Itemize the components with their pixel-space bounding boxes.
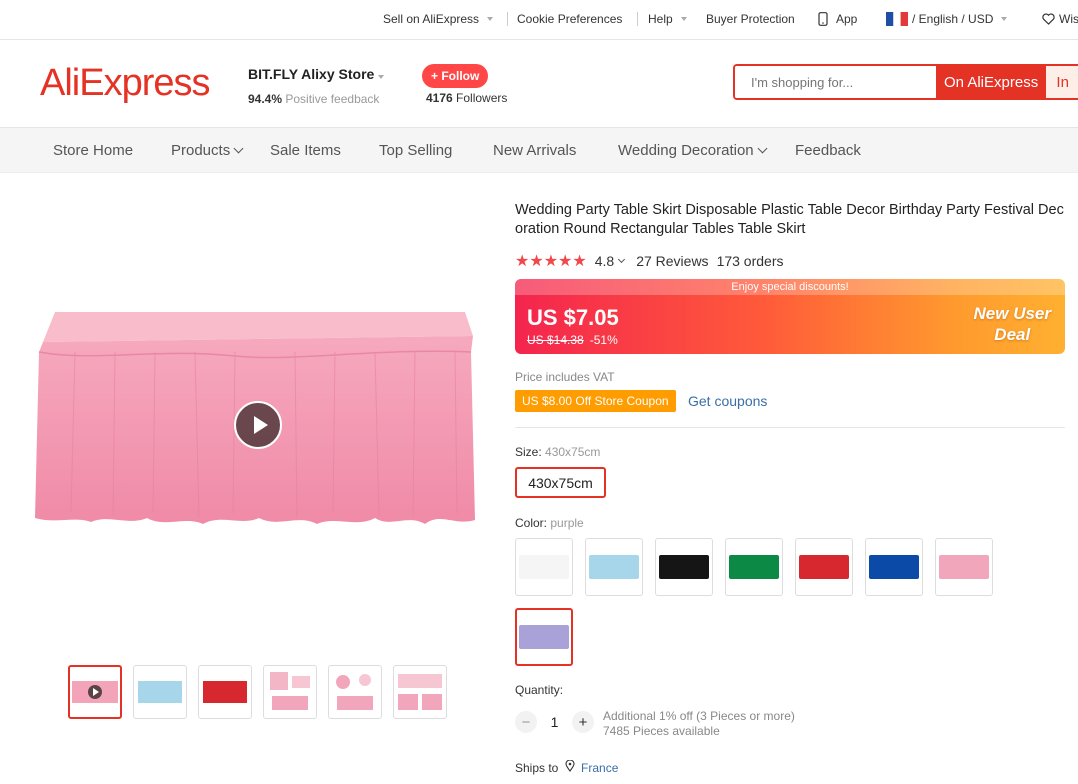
- phone-icon: [818, 12, 828, 26]
- divider: [507, 12, 508, 26]
- swatch-image: [729, 555, 779, 579]
- search-aliexpress-button[interactable]: On AliExpress: [935, 66, 1047, 98]
- thumbnail-detail-3[interactable]: [393, 665, 447, 719]
- dropdown-icon: [680, 17, 687, 21]
- thumbnail-video[interactable]: [68, 665, 122, 719]
- get-coupons-link[interactable]: Get coupons: [688, 393, 767, 409]
- nav-sale-items[interactable]: Sale Items: [270, 142, 341, 159]
- thumbnail-detail-2[interactable]: [328, 665, 382, 719]
- size-label: Size: 430x75cm: [515, 445, 601, 459]
- product-title: Wedding Party Table Skirt Disposable Pla…: [515, 202, 1064, 237]
- store-nav: Store Home Products Sale Items Top Selli…: [0, 128, 1078, 173]
- quantity-stepper: − 1 +: [515, 711, 594, 733]
- quantity-label: Quantity:: [515, 683, 564, 697]
- star-rating-icon: ★★★★★: [515, 253, 587, 270]
- size-option-430x75cm[interactable]: 430x75cm: [515, 467, 606, 498]
- nav-store-home[interactable]: Store Home: [53, 142, 133, 159]
- store-header: AliExpress BIT.FLY Alixy Store 94.4% Pos…: [0, 40, 1078, 128]
- language-currency-selector[interactable]: / English / USD: [886, 12, 1008, 26]
- store-feedback: 94.4% Positive feedback: [248, 92, 380, 106]
- nav-feedback[interactable]: Feedback: [795, 142, 861, 159]
- dropdown-icon: [1001, 17, 1008, 21]
- nav-wedding-decoration[interactable]: Wedding Decoration: [618, 142, 768, 159]
- price-banner: Enjoy special discounts! US $7.05 US $14…: [515, 279, 1065, 354]
- play-video-button[interactable]: [234, 401, 282, 449]
- dropdown-icon: [378, 75, 385, 79]
- original-price: US $14.38 -51%: [527, 333, 618, 347]
- search-in-store-button[interactable]: In: [1046, 66, 1078, 98]
- swatch-image: [519, 625, 569, 649]
- chevron-down-icon: [757, 143, 768, 154]
- swatch-image: [519, 555, 569, 579]
- store-name[interactable]: BIT.FLY Alixy Store: [248, 66, 385, 82]
- divider: [637, 12, 638, 26]
- thumbnail-image: [336, 674, 373, 710]
- reviews-link[interactable]: 27 Reviews: [636, 253, 708, 269]
- swatch-image: [589, 555, 639, 579]
- thumbnail-image: [72, 681, 118, 703]
- thumbnail-image: [398, 674, 442, 710]
- color-swatch-red[interactable]: [795, 538, 853, 596]
- france-flag-icon: [886, 12, 908, 26]
- app-link[interactable]: App: [818, 12, 857, 26]
- nav-products[interactable]: Products: [171, 142, 244, 159]
- search-input[interactable]: [735, 66, 936, 98]
- vat-note: Price includes VAT: [515, 370, 615, 384]
- thumbnail-blue[interactable]: [133, 665, 187, 719]
- orders-count: 173 orders: [716, 253, 784, 269]
- quantity-input[interactable]: 1: [537, 714, 572, 730]
- nav-new-arrivals[interactable]: New Arrivals: [493, 142, 576, 159]
- ships-to: Ships to France: [515, 759, 619, 775]
- top-bar: Sell on AliExpress Cookie Preferences He…: [0, 0, 1078, 40]
- thumbnail-detail-1[interactable]: [263, 665, 317, 719]
- divider: [515, 427, 1065, 428]
- color-swatch-green[interactable]: [725, 538, 783, 596]
- chevron-down-icon[interactable]: [618, 255, 626, 263]
- heart-icon: [1042, 13, 1055, 25]
- current-price: US $7.05: [527, 305, 619, 330]
- special-discount-banner: Enjoy special discounts!: [515, 279, 1065, 295]
- nav-top-selling[interactable]: Top Selling: [379, 142, 452, 159]
- followers-count: 4176 Followers: [426, 91, 508, 105]
- color-swatch-blue[interactable]: [865, 538, 923, 596]
- buyer-protection-link[interactable]: Buyer Protection: [706, 12, 795, 26]
- chevron-down-icon: [233, 143, 244, 154]
- color-label: Color: purple: [515, 516, 584, 530]
- thumbnail-image: [203, 681, 247, 703]
- rating-row: ★★★★★ 4.8 27 Reviews 173 orders: [515, 251, 784, 271]
- quantity-info: Additional 1% off (3 Pieces or more) 748…: [603, 709, 795, 738]
- sell-link[interactable]: Sell on AliExpress: [383, 12, 494, 26]
- color-swatch-white[interactable]: [515, 538, 573, 596]
- thumbnail-red[interactable]: [198, 665, 252, 719]
- dropdown-icon: [487, 17, 494, 21]
- follow-button[interactable]: + Follow: [422, 64, 489, 88]
- help-link[interactable]: Help: [648, 12, 687, 26]
- cookie-link[interactable]: Cookie Preferences: [517, 12, 622, 26]
- wishlist-link[interactable]: Wis: [1042, 12, 1078, 26]
- thumbnail-image: [270, 672, 310, 710]
- location-pin-icon: [565, 759, 575, 772]
- store-coupon-badge[interactable]: US $8.00 Off Store Coupon: [515, 390, 676, 412]
- search-bar: On AliExpress In: [733, 64, 1078, 100]
- swatch-image: [799, 555, 849, 579]
- swatch-image: [869, 555, 919, 579]
- rating-value[interactable]: 4.8: [595, 253, 614, 269]
- color-swatch-black[interactable]: [655, 538, 713, 596]
- color-swatch-pink[interactable]: [935, 538, 993, 596]
- new-user-deal-badge: New User Deal: [973, 304, 1051, 344]
- quantity-increase-button[interactable]: +: [572, 711, 594, 733]
- quantity-decrease-button[interactable]: −: [515, 711, 537, 733]
- ships-to-country-link[interactable]: France: [581, 761, 618, 775]
- aliexpress-logo[interactable]: AliExpress: [40, 62, 210, 105]
- color-swatch-purple[interactable]: [515, 608, 573, 666]
- thumbnail-image: [138, 681, 182, 703]
- swatch-image: [939, 555, 989, 579]
- swatch-image: [659, 555, 709, 579]
- color-swatch-light-blue[interactable]: [585, 538, 643, 596]
